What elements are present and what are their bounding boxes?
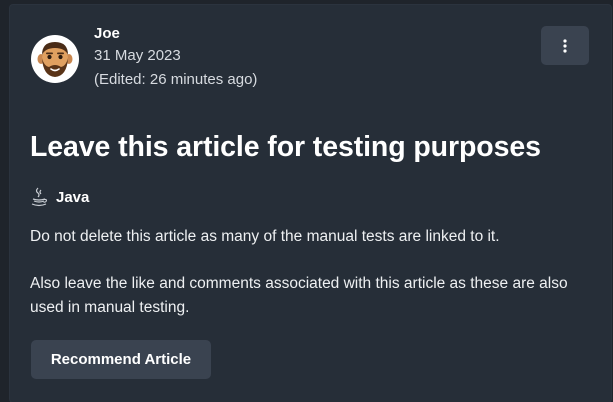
author-name[interactable]: Joe [94, 25, 120, 42]
author-avatar[interactable] [31, 35, 79, 83]
tag-label: Java [56, 188, 90, 206]
tag-java[interactable]: Java [30, 187, 89, 207]
edited-indicator: (Edited: 26 minutes ago) [94, 71, 258, 88]
options-menu-button[interactable] [541, 26, 589, 65]
article-card: Joe 31 May 2023 (Edited: 26 minutes ago)… [10, 5, 611, 402]
vertical-ellipsis-icon [563, 38, 567, 53]
article-title: Leave this article for testing purposes [30, 131, 541, 163]
java-coffee-cup-icon [31, 187, 47, 207]
article-body-paragraph: Do not delete this article as many of th… [30, 228, 500, 245]
recommend-article-button[interactable]: Recommend Article [31, 340, 211, 379]
bearded-man-avatar-icon [37, 42, 73, 77]
post-date: 31 May 2023 [94, 47, 181, 64]
article-body-paragraph: Also leave the like and comments associa… [30, 275, 568, 316]
